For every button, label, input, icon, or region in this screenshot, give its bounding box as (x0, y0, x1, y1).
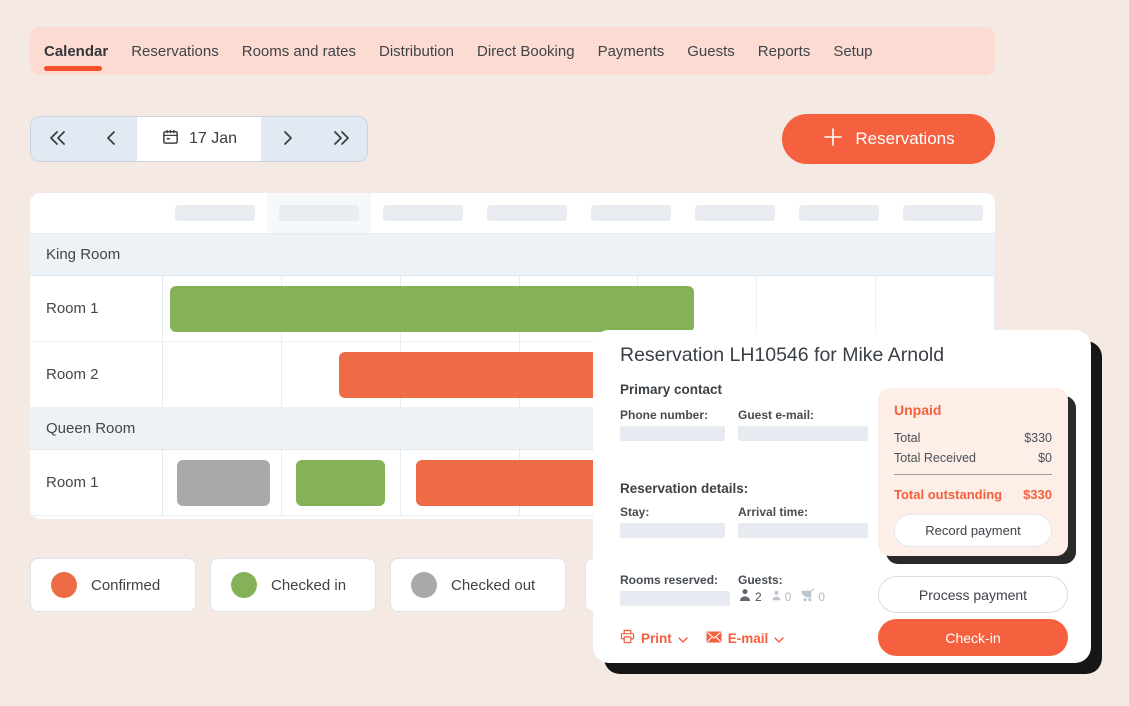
tab-direct-booking[interactable]: Direct Booking (477, 43, 575, 60)
grid-date-header (30, 193, 995, 234)
new-reservation-label: Reservations (855, 129, 954, 149)
phone-number-placeholder (620, 426, 725, 441)
tab-setup[interactable]: Setup (833, 43, 872, 60)
tab-guests[interactable]: Guests (687, 43, 735, 60)
checked-in-dot (231, 572, 257, 598)
chevron-right-icon (279, 128, 297, 151)
arrival-time-placeholder (738, 523, 868, 538)
record-payment-button[interactable]: Record payment (894, 514, 1052, 547)
new-reservation-button[interactable]: Reservations (782, 114, 995, 164)
check-in-button[interactable]: Check-in (878, 619, 1068, 656)
date-label-placeholder (383, 205, 463, 221)
plus-icon (822, 126, 844, 153)
chevron-down-icon (774, 631, 784, 646)
day-cell (163, 342, 282, 407)
legend-item-checked-in: Checked in (210, 558, 376, 612)
legend-item-confirmed: Confirmed (30, 558, 196, 612)
reservation-details-heading: Reservation details: (620, 481, 748, 496)
payment-outstanding-row: Total outstanding$330 (894, 487, 1052, 502)
legend-item-checked-out: Checked out (390, 558, 566, 612)
date-label-placeholder (799, 205, 879, 221)
tab-payments[interactable]: Payments (598, 43, 665, 60)
reservation-bar-checked-in[interactable] (170, 286, 694, 332)
modal-title: Reservation LH10546 for Mike Arnold (620, 344, 944, 367)
app: Calendar Reservations Rooms and rates Di… (0, 0, 1129, 706)
date-label-placeholder (591, 205, 671, 221)
modal-links: Print E-mail (620, 629, 784, 647)
chevron-down-icon (678, 631, 688, 646)
room-type-label: King Room (46, 246, 120, 263)
primary-contact-heading: Primary contact (620, 382, 722, 397)
date-navigator: 17 Jan (30, 116, 368, 162)
rooms-reserved-label: Rooms reserved: (620, 571, 718, 589)
child-icon (771, 589, 782, 605)
infants-count: 0 (800, 588, 825, 605)
guests-label: Guests: (738, 571, 783, 589)
children-count: 0 (771, 589, 792, 605)
tab-calendar[interactable]: Calendar (44, 43, 108, 60)
current-date-label: 17 Jan (189, 130, 237, 148)
top-nav: Calendar Reservations Rooms and rates Di… (30, 27, 995, 75)
tab-reservations[interactable]: Reservations (131, 43, 219, 60)
date-label-placeholder (175, 205, 255, 221)
guest-counts: 2 0 0 (738, 588, 825, 605)
guest-email-placeholder (738, 426, 868, 441)
room-type-label: Queen Room (46, 420, 135, 437)
email-dropdown[interactable]: E-mail (706, 631, 785, 646)
calendar-icon (161, 127, 180, 152)
reservation-modal: Reservation LH10546 for Mike Arnold Prim… (593, 330, 1091, 663)
legend-label: Confirmed (91, 577, 160, 594)
date-label-placeholder (279, 205, 359, 221)
printer-icon (620, 629, 635, 647)
room-type-row: King Room (30, 234, 995, 276)
payment-divider (894, 474, 1052, 475)
tab-distribution[interactable]: Distribution (379, 43, 454, 60)
payment-summary-panel: Unpaid Total$330 Total Received$0 Total … (878, 388, 1068, 556)
process-payment-button[interactable]: Process payment (878, 576, 1068, 613)
phone-number-label: Phone number: (620, 406, 708, 424)
arrival-time-label: Arrival time: (738, 503, 808, 521)
stay-placeholder (620, 523, 725, 538)
envelope-icon (706, 631, 722, 646)
payment-received-row: Total Received$0 (894, 451, 1052, 465)
guest-email-label: Guest e-mail: (738, 406, 814, 424)
payment-total-row: Total$330 (894, 431, 1052, 445)
tab-rooms-and-rates[interactable]: Rooms and rates (242, 43, 356, 60)
date-label-placeholder (695, 205, 775, 221)
room-label: Room 2 (30, 342, 163, 407)
next-period-button[interactable] (314, 117, 367, 161)
print-dropdown[interactable]: Print (620, 629, 688, 647)
double-chevron-right-icon (330, 128, 352, 151)
room-label: Room 1 (30, 450, 163, 515)
prev-period-button[interactable] (31, 117, 84, 161)
checked-out-dot (411, 572, 437, 598)
tab-reports[interactable]: Reports (758, 43, 811, 60)
date-display[interactable]: 17 Jan (137, 117, 261, 161)
adult-icon (738, 588, 752, 605)
date-label-placeholder (487, 205, 567, 221)
next-day-button[interactable] (261, 117, 314, 161)
adults-count: 2 (738, 588, 762, 605)
payment-status-badge: Unpaid (894, 402, 1052, 418)
legend-label: Checked out (451, 577, 535, 594)
date-label-placeholder (903, 205, 983, 221)
stay-label: Stay: (620, 503, 649, 521)
chevron-left-icon (102, 128, 120, 151)
double-chevron-left-icon (47, 128, 69, 151)
room-label: Room 1 (30, 276, 163, 341)
prev-day-button[interactable] (84, 117, 137, 161)
rooms-reserved-placeholder (620, 591, 730, 606)
confirmed-dot (51, 572, 77, 598)
reservation-bar-checked-in[interactable] (296, 460, 385, 506)
legend-label: Checked in (271, 577, 346, 594)
reservation-bar-checked-out[interactable] (177, 460, 270, 506)
stroller-icon (800, 588, 815, 605)
